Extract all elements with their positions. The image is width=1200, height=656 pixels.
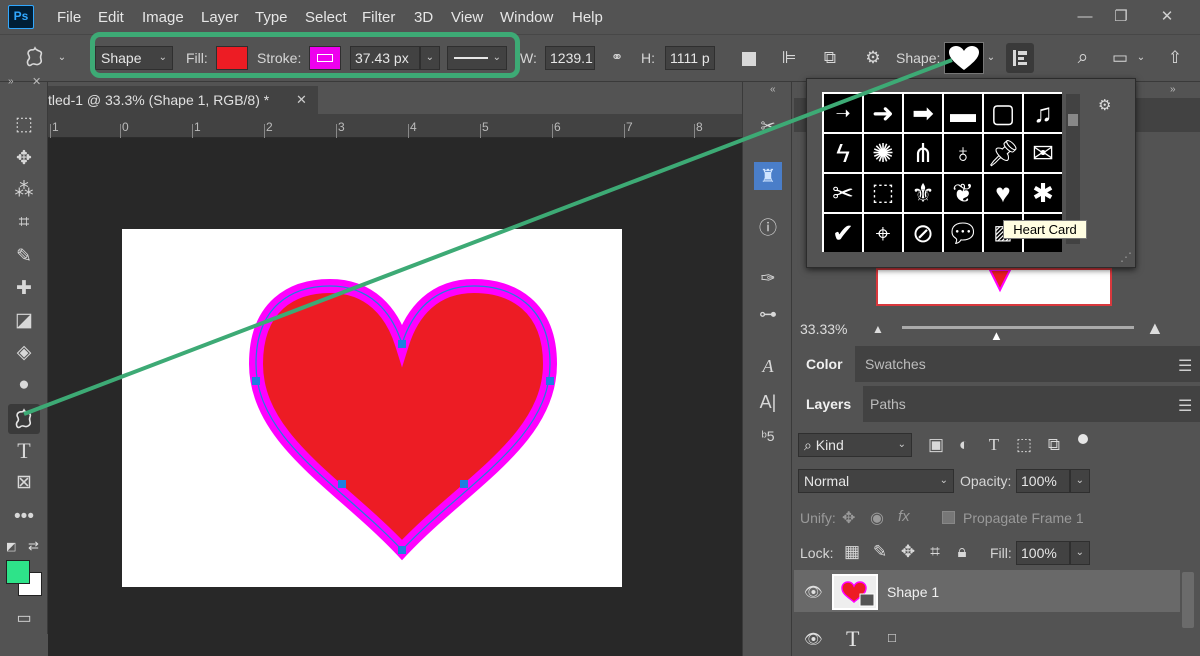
chevron-down-icon: ⌄: [1075, 547, 1084, 558]
zoom-slider-thumb[interactable]: ▲: [990, 328, 1003, 343]
layer-thumbnail: [832, 574, 878, 610]
lock-all-icon[interactable]: 🔒︎: [952, 540, 972, 564]
filter-toggle-knob: [1078, 434, 1088, 444]
chevron-down-icon: ⌄: [897, 439, 906, 450]
shape-banner-icon[interactable]: ▬: [944, 94, 982, 132]
paragraph-icon[interactable]: A|: [754, 388, 782, 416]
lock-image-icon[interactable]: ✎: [870, 540, 890, 564]
shape-burst-icon[interactable]: ✺: [864, 134, 902, 172]
propagate-checkbox[interactable]: [942, 511, 955, 524]
shape-lightning-icon[interactable]: ϟ: [824, 134, 862, 172]
shape-checkmark-icon[interactable]: ✔: [824, 214, 862, 252]
opacity-dropdown[interactable]: ⌄: [1070, 469, 1090, 493]
picker-scrollbar-thumb[interactable]: [1068, 114, 1078, 126]
anchor-point: [398, 546, 406, 554]
shape-heart-icon[interactable]: ♥: [984, 174, 1022, 212]
shape-envelope-icon[interactable]: ✉: [1024, 134, 1062, 172]
layers-panel-menu-icon[interactable]: ☰: [1178, 396, 1192, 416]
opacity-label: Opacity:: [960, 473, 1012, 489]
adjustments-icon[interactable]: ⊶: [754, 300, 782, 328]
layer-filter-dropdown[interactable]: ⌕ Kind ⌄: [798, 433, 912, 457]
propagate-label: Propagate Frame 1: [963, 510, 1084, 526]
anchor-point: [252, 377, 260, 385]
layers-scrollbar[interactable]: [1182, 572, 1194, 628]
type-layer-icon: T: [846, 626, 860, 651]
kind-value: Kind: [815, 437, 844, 453]
layer-name: Shape 1: [887, 584, 940, 600]
zoom-slider[interactable]: [902, 326, 1134, 329]
shape-arrow-thin-icon[interactable]: ➝: [824, 94, 862, 132]
lock-label: Lock:: [800, 545, 834, 561]
color-panel-menu-icon[interactable]: ☰: [1178, 356, 1192, 376]
filter-smart-object-icon[interactable]: ⧉: [1044, 433, 1064, 457]
heart-shape: [248, 278, 558, 561]
collapse-panels-icon[interactable]: »: [1170, 84, 1176, 95]
lock-transparent-icon[interactable]: ▦: [842, 540, 862, 564]
fill-opacity-input[interactable]: 100%: [1016, 541, 1070, 565]
shape-arrow-bold-icon[interactable]: ➡: [904, 94, 942, 132]
tab-layers[interactable]: Layers: [794, 386, 864, 422]
lock-artboard-icon[interactable]: ⌗: [925, 540, 945, 564]
shape-fleur-de-lis-icon[interactable]: ⚜: [904, 174, 942, 212]
shape-frame-icon[interactable]: ▢: [984, 94, 1022, 132]
fill-opacity-label: Fill:: [990, 545, 1012, 561]
zoom-in-icon[interactable]: ▲: [1146, 318, 1164, 339]
tab-paths[interactable]: Paths: [858, 386, 918, 422]
visibility-eye-icon[interactable]: 👁︎: [804, 583, 823, 601]
filter-pixel-icon[interactable]: ▣: [926, 433, 946, 457]
unify-style-icon[interactable]: fx: [898, 508, 910, 525]
filter-shape-icon[interactable]: ⬚: [1014, 433, 1034, 457]
unify-position-icon[interactable]: ✥: [842, 508, 855, 528]
zoom-value[interactable]: 33.33%: [800, 321, 847, 337]
blend-mode-dropdown[interactable]: Normal ⌄: [798, 469, 954, 493]
anchor-point: [338, 480, 346, 488]
visibility-eye-icon[interactable]: 👁︎: [804, 630, 823, 648]
anchor-point: [398, 340, 406, 348]
shape-music-note-icon[interactable]: ♫: [1024, 94, 1062, 132]
fill-opacity-dropdown[interactable]: ⌄: [1070, 541, 1090, 565]
shape-blob-icon[interactable]: ✱: [1024, 174, 1062, 212]
blend-mode-value: Normal: [804, 473, 850, 489]
chevron-down-icon: ⌄: [1075, 475, 1084, 486]
shape-tooltip: Heart Card: [1003, 220, 1087, 239]
shape-target-icon[interactable]: ⌖: [864, 214, 902, 252]
anchor-point: [460, 480, 468, 488]
anchor-point: [546, 377, 554, 385]
picker-gear-icon[interactable]: ⚙: [1098, 96, 1111, 114]
shape-stamp-icon[interactable]: ⬚: [864, 174, 902, 212]
filter-toggle[interactable]: [1078, 434, 1088, 452]
lock-position-icon[interactable]: ✥: [898, 540, 918, 564]
unify-label: Unify:: [800, 510, 836, 526]
shape-lightbulb-icon[interactable]: ♁: [944, 134, 982, 172]
libraries-icon[interactable]: ♜: [754, 162, 782, 190]
character-icon[interactable]: A: [754, 352, 782, 380]
glyphs-icon[interactable]: ᵇ5: [754, 422, 782, 450]
shape-speech-bubble-icon[interactable]: 💬︎: [944, 214, 982, 252]
shape-scissors-icon[interactable]: ✂: [824, 174, 862, 212]
filter-type-icon[interactable]: T: [984, 433, 1004, 457]
tab-color[interactable]: Color: [794, 346, 855, 382]
tab-swatches[interactable]: Swatches: [853, 346, 938, 382]
navigator-preview[interactable]: [876, 268, 1112, 306]
info-icon[interactable]: ⓘ: [754, 214, 782, 242]
shape-no-sign-icon[interactable]: ⊘: [904, 214, 942, 252]
filter-adjustment-icon[interactable]: ◐: [954, 433, 974, 457]
brush-settings-icon[interactable]: ✂: [754, 112, 782, 140]
unify-visibility-icon[interactable]: ◉: [870, 508, 884, 528]
brushes-icon[interactable]: ✑: [754, 264, 782, 292]
shape-ornament-icon[interactable]: ❦: [944, 174, 982, 212]
resize-grip-icon[interactable]: ⋰: [1120, 250, 1132, 264]
shape-grass-icon[interactable]: ⋔: [904, 134, 942, 172]
search-icon: ⌕: [804, 437, 816, 453]
shape-arrow-icon[interactable]: ➜: [864, 94, 902, 132]
chevron-down-icon: ⌄: [939, 475, 948, 486]
layer-square-icon: □: [888, 630, 896, 645]
opacity-input[interactable]: 100%: [1016, 469, 1070, 493]
zoom-out-icon[interactable]: ▲: [872, 322, 884, 336]
collapse-strip-icon[interactable]: «: [770, 84, 776, 95]
shape-pushpin-icon[interactable]: 📌︎: [984, 134, 1022, 172]
